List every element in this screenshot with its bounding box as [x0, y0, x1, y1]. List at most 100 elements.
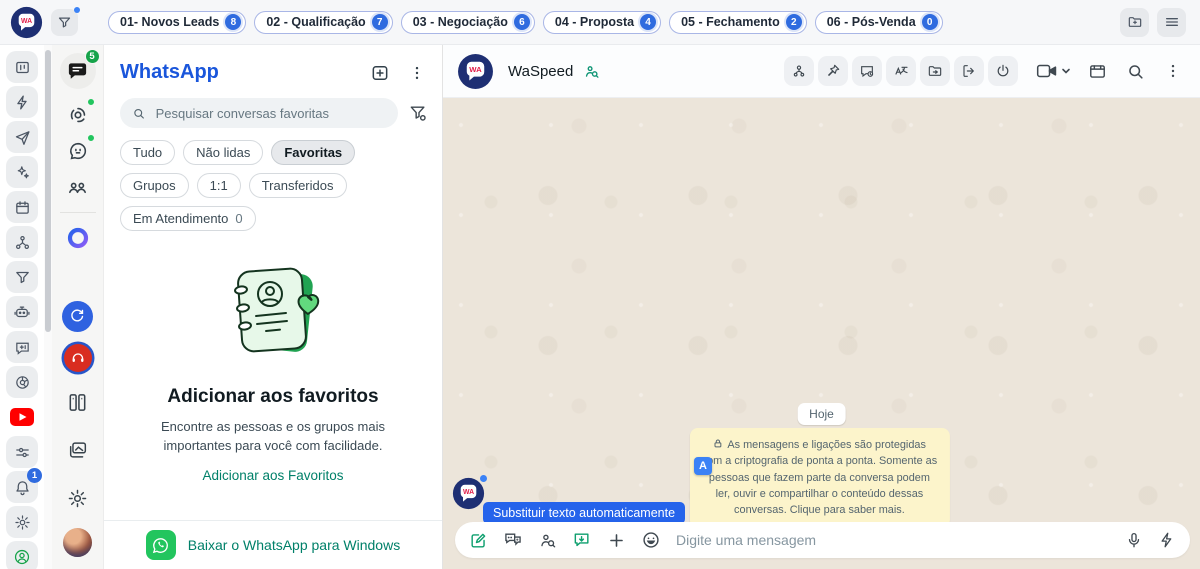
pin-chat-button[interactable] — [818, 56, 848, 86]
contact-avatar[interactable]: WA — [457, 53, 494, 90]
user-avatar[interactable] — [63, 528, 92, 557]
contact-search-icon[interactable] — [583, 63, 600, 80]
stage-label: 01- Novos Leads — [120, 15, 220, 29]
scheduled-messages-button[interactable] — [852, 56, 882, 86]
channel-status-button[interactable] — [60, 97, 96, 133]
panel-menu-button[interactable] — [408, 64, 426, 82]
end-session-button[interactable] — [988, 56, 1018, 86]
gear-icon — [14, 514, 30, 530]
whatsapp-bubble-icon — [153, 537, 169, 553]
download-whatsapp-row[interactable]: Baixar o WhatsApp para Windows — [104, 520, 442, 569]
gear-icon — [68, 489, 87, 507]
sidebar-youtube-button[interactable] — [6, 401, 38, 433]
translate-icon — [895, 66, 908, 75]
search-in-chat-button[interactable] — [1122, 56, 1148, 86]
rail-settings-button[interactable] — [60, 480, 96, 516]
chip-tudo[interactable]: Tudo — [120, 140, 176, 165]
channel-chats-button[interactable] — [60, 133, 96, 169]
emoji-button[interactable] — [641, 530, 661, 550]
sidebar-notifications-button[interactable]: 1 — [6, 468, 42, 503]
contact-name[interactable]: WaSpeed — [508, 63, 573, 80]
forward-folder-button[interactable] — [920, 56, 950, 86]
sidebar-funnel-button[interactable] — [6, 261, 38, 293]
stage-negociacao[interactable]: 03 - Negociação 6 — [400, 10, 535, 34]
chip-transferidos[interactable]: Transferidos — [248, 173, 347, 198]
search-input[interactable] — [155, 105, 386, 121]
stage-novos-leads[interactable]: 01- Novos Leads 8 — [108, 10, 247, 34]
message-input[interactable] — [676, 532, 1110, 548]
floating-app-logo[interactable]: WA — [452, 477, 485, 510]
stage-count-badge: 7 — [371, 14, 388, 30]
sidebar-capture-button[interactable] — [6, 366, 38, 398]
chip-favoritas[interactable]: Favoritas — [271, 140, 356, 165]
sidebar-bot-button[interactable] — [6, 296, 38, 328]
quick-actions-button[interactable] — [1158, 531, 1176, 549]
export-chat-button[interactable] — [954, 56, 984, 86]
chats-online-dot — [86, 134, 95, 142]
app-logo[interactable]: WA — [10, 6, 43, 39]
stage-count-badge: 6 — [513, 14, 530, 30]
sidebar-kanban-button[interactable] — [6, 51, 38, 83]
whatsapp-logo-icon — [145, 530, 176, 560]
chip-grupos[interactable]: Grupos — [120, 173, 189, 198]
attach-button[interactable] — [607, 531, 626, 550]
panel-toggle-button[interactable] — [1084, 56, 1110, 86]
stage-pos-venda[interactable]: 06 - Pós-Venda 0 — [814, 10, 943, 34]
channel-inbox-button[interactable]: 5 — [59, 49, 100, 89]
support-button[interactable] — [63, 344, 92, 372]
sidebar-preferences-button[interactable] — [6, 436, 38, 468]
chip-nao-lidas[interactable]: Não lidas — [183, 140, 264, 165]
sidebar-automation-button[interactable] — [6, 86, 38, 118]
mic-icon — [1128, 532, 1140, 548]
quick-chats-button[interactable] — [503, 530, 523, 550]
stage-proposta[interactable]: 04 - Proposta 4 — [542, 10, 662, 34]
search-filter-button[interactable] — [408, 103, 428, 123]
translate-overlay-button[interactable]: A — [694, 457, 712, 475]
scrollbar-thumb[interactable] — [45, 50, 51, 332]
sidebar-settings-button[interactable] — [6, 506, 38, 538]
sync-button[interactable] — [62, 301, 93, 332]
sidebar-flow-button[interactable] — [6, 226, 38, 258]
sidebar-calendar-button[interactable] — [6, 191, 38, 223]
chat-menu-button[interactable] — [1160, 56, 1186, 86]
stage-qualificacao[interactable]: 02 - Qualificação 7 — [254, 10, 393, 34]
sidebar-account-button[interactable] — [6, 541, 38, 569]
contact-lookup-button[interactable] — [538, 531, 557, 550]
compose-button[interactable] — [469, 531, 488, 550]
download-whatsapp-link[interactable]: Baixar o WhatsApp para Windows — [188, 537, 400, 553]
sidebar-scrollbar[interactable] — [44, 45, 52, 569]
voice-message-button[interactable] — [1125, 531, 1143, 549]
chip-1-1[interactable]: 1:1 — [196, 173, 241, 198]
kebab-icon — [1171, 64, 1175, 78]
channel-contacts-button[interactable] — [60, 169, 96, 205]
media-gallery-button[interactable] — [60, 432, 96, 468]
sidebar-ai-button[interactable] — [6, 156, 38, 188]
stage-count-badge: 8 — [225, 14, 242, 30]
sidebar-quick-reply-button[interactable] — [6, 331, 38, 363]
kanban-view-button[interactable] — [60, 384, 96, 420]
saved-replies-button[interactable] — [572, 530, 592, 550]
add-favorites-link[interactable]: Adicionar aos Favoritos — [202, 468, 343, 483]
filter-button[interactable] — [51, 6, 80, 36]
new-chat-button[interactable] — [370, 63, 390, 83]
emoji-icon — [643, 532, 659, 548]
chat-plus-icon — [15, 342, 29, 355]
youtube-icon — [10, 408, 34, 426]
empty-state-title: Adicionar aos favoritos — [167, 386, 379, 408]
video-call-button[interactable] — [1034, 56, 1072, 86]
headset-icon — [72, 353, 83, 362]
new-folder-button[interactable] — [1120, 7, 1149, 37]
assign-funnel-button[interactable] — [784, 56, 814, 86]
translate-button[interactable] — [886, 56, 916, 86]
menu-button[interactable] — [1157, 7, 1186, 37]
encryption-notice[interactable]: As mensagens e ligações são protegidas c… — [689, 428, 950, 528]
compose-icon — [471, 533, 486, 548]
stage-fechamento[interactable]: 05 - Fechamento 2 — [669, 10, 807, 34]
sidebar-broadcast-button[interactable] — [6, 121, 38, 153]
stage-label: 03 - Negociação — [412, 15, 508, 29]
lightning-icon — [16, 94, 27, 110]
search-bar[interactable] — [120, 98, 398, 128]
chip-label: Tudo — [133, 145, 163, 160]
chevron-down-icon — [1061, 68, 1070, 74]
columns-icon — [69, 393, 86, 411]
